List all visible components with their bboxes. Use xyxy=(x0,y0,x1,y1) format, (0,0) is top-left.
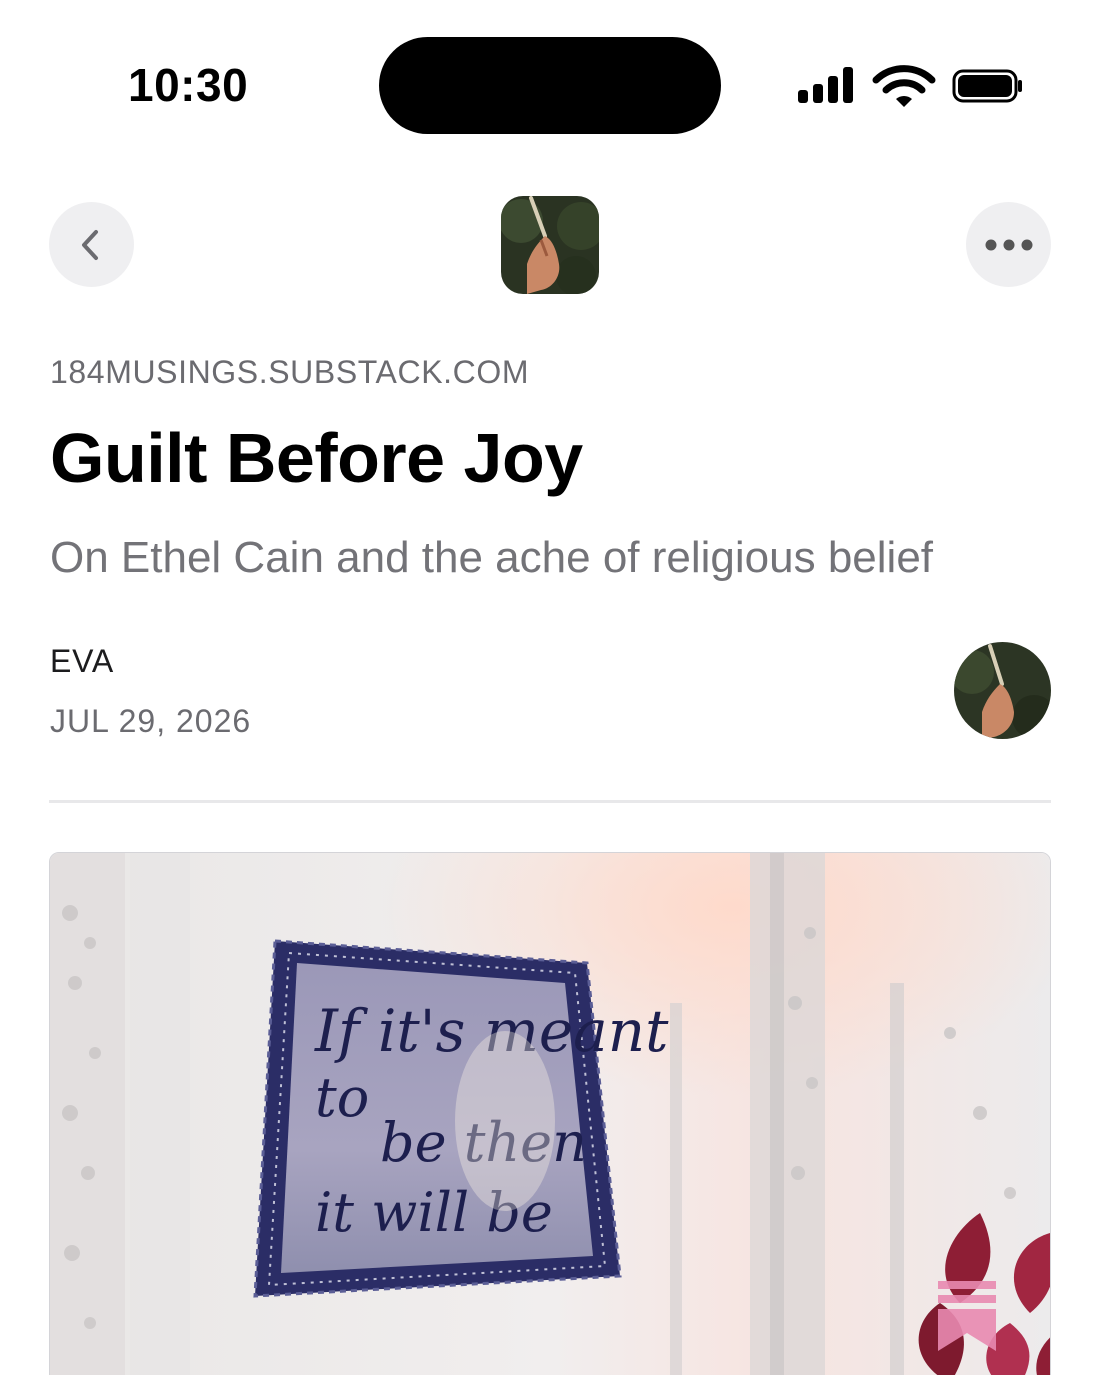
post-subtitle: On Ethel Cain and the ache of religious … xyxy=(50,533,934,582)
wifi-icon xyxy=(872,65,936,107)
author-avatar[interactable] xyxy=(954,642,1051,739)
dynamic-island xyxy=(379,37,721,134)
publication-logo[interactable] xyxy=(501,196,599,294)
publication-domain[interactable]: 184MUSINGS.SUBSTACK.COM xyxy=(50,354,529,391)
cellular-signal-icon xyxy=(798,67,853,103)
post-title: Guilt Before Joy xyxy=(50,419,583,497)
author-avatar-image xyxy=(954,642,1051,739)
back-button[interactable] xyxy=(49,202,134,287)
status-icons xyxy=(798,65,1022,107)
battery-icon xyxy=(952,69,1022,103)
header-divider xyxy=(49,800,1051,803)
status-time: 10:30 xyxy=(128,59,249,111)
author-name[interactable]: EVA xyxy=(50,643,114,680)
more-horizontal-icon xyxy=(985,239,1032,250)
post-date: JUL 29, 2026 xyxy=(50,703,252,739)
banner-line-2: to xyxy=(315,1066,369,1129)
chevron-left-icon xyxy=(81,229,98,260)
more-button[interactable] xyxy=(966,202,1051,287)
hero-image[interactable]: If it's meant to be then it will be xyxy=(49,852,1051,1375)
publication-logo-image xyxy=(501,196,599,294)
hero-image-art: If it's meant to be then it will be xyxy=(50,853,1050,1375)
